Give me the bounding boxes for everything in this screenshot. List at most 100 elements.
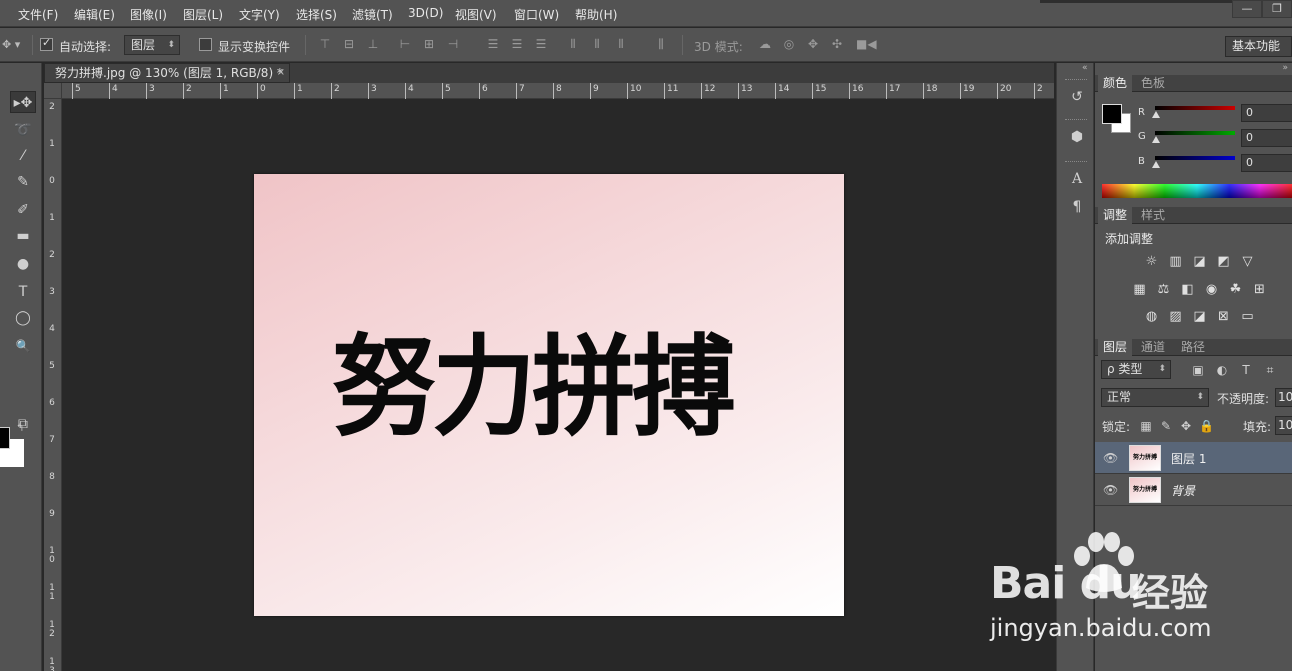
dodge-tool-icon[interactable]: ● — [10, 253, 36, 275]
lock-pixels-icon[interactable]: ✎ — [1159, 419, 1173, 433]
menu-file[interactable]: 文件(F) — [18, 6, 58, 23]
collapse-right-icon[interactable]: » — [1282, 63, 1288, 73]
channel-mixer-icon[interactable]: ☘ — [1227, 282, 1244, 297]
red-slider-thumb[interactable] — [1152, 111, 1160, 118]
align-right-icon[interactable]: ⊣ — [446, 37, 460, 51]
lock-transparent-icon[interactable]: ▦ — [1139, 419, 1153, 433]
collapse-arrows-icon[interactable]: « — [1082, 63, 1088, 73]
distribute-hcenter-icon[interactable]: ⫴ — [590, 37, 604, 51]
horizontal-ruler[interactable]: 5 4 3 2 1 0 1 2 3 4 5 6 7 8 9 10 11 12 13 14 15 16 17 18 19 20 2 — [62, 83, 1054, 99]
distribute-bottom-icon[interactable]: ☰ — [534, 37, 548, 51]
panel-grip[interactable] — [1065, 119, 1087, 121]
distribute-left-icon[interactable]: ⫴ — [566, 37, 580, 51]
brush-tool-icon[interactable]: ✎ — [10, 171, 36, 193]
zoom-tool-icon[interactable]: 🔍 — [10, 335, 36, 357]
filter-type-icon[interactable]: T — [1239, 363, 1253, 377]
photo-filter-icon[interactable]: ◉ — [1203, 282, 1220, 297]
paragraph-panel-icon[interactable]: ¶ — [1067, 197, 1087, 217]
eyedropper-tool-icon[interactable]: ⁄ — [10, 145, 36, 167]
menu-3d[interactable]: 3D(D) — [408, 6, 443, 20]
blue-slider-thumb[interactable] — [1152, 161, 1160, 168]
blend-mode-dropdown[interactable]: 正常 ⬍ — [1101, 388, 1209, 407]
history-panel-icon[interactable]: ↺ — [1067, 87, 1087, 107]
3d-panel-icon[interactable]: ⬢ — [1067, 127, 1087, 147]
align-left-icon[interactable]: ⊢ — [398, 37, 412, 51]
align-vcenter-icon[interactable]: ⊟ — [342, 37, 356, 51]
align-top-icon[interactable]: ⊤ — [318, 37, 332, 51]
curves-icon[interactable]: ◪ — [1191, 254, 1208, 269]
tab-styles[interactable]: 样式 — [1136, 207, 1170, 224]
3d-scale-icon[interactable]: ■◀ — [856, 37, 877, 51]
selective-color-icon[interactable]: ⊠ — [1215, 309, 1232, 324]
levels-icon[interactable]: ▥ — [1167, 254, 1184, 269]
layer-filter-dropdown[interactable]: ρ 类型 ⬍ — [1101, 360, 1171, 379]
screen-mode-icon[interactable]: ⧉ — [10, 413, 36, 435]
headline-text-layer[interactable]: 努力拼搏 — [332, 308, 752, 466]
blue-slider-track[interactable] — [1155, 156, 1235, 160]
type-tool-icon[interactable]: T — [10, 281, 36, 303]
3d-pan-icon[interactable]: ✥ — [806, 37, 820, 51]
auto-align-icon[interactable]: ⫼ — [654, 37, 668, 51]
blue-value-input[interactable]: 0 — [1241, 154, 1292, 172]
tab-channels[interactable]: 通道 — [1136, 339, 1170, 356]
auto-select-dropdown[interactable]: 图层 ⬍ — [124, 35, 180, 55]
color-lookup-icon[interactable]: ⊞ — [1251, 282, 1268, 297]
layer-name[interactable]: 图层 1 — [1171, 450, 1206, 467]
hue-saturation-icon[interactable]: ▦ — [1131, 282, 1148, 297]
menu-view[interactable]: 视图(V) — [455, 6, 497, 23]
tab-swatches[interactable]: 色板 — [1136, 75, 1170, 92]
color-panel-fg-swatch[interactable] — [1102, 104, 1122, 124]
restore-button[interactable]: ❐ — [1262, 0, 1292, 18]
filter-pixel-icon[interactable]: ▣ — [1191, 363, 1205, 377]
menu-filter[interactable]: 滤镜(T) — [352, 6, 393, 23]
exposure-icon[interactable]: ◩ — [1215, 254, 1232, 269]
layer-row[interactable]: 👁 努力拼搏 图层 1 — [1095, 442, 1292, 474]
lock-position-icon[interactable]: ✥ — [1179, 419, 1193, 433]
tab-adjustments[interactable]: 调整 — [1098, 207, 1133, 224]
panel-grip[interactable] — [1065, 161, 1087, 163]
brightness-contrast-icon[interactable]: ☼ — [1143, 254, 1160, 269]
eye-icon[interactable]: 👁 — [1103, 483, 1118, 497]
invert-icon[interactable]: ◍ — [1143, 309, 1160, 324]
gradient-map-icon[interactable]: ▭ — [1239, 309, 1256, 324]
green-slider-thumb[interactable] — [1152, 136, 1160, 143]
green-value-input[interactable]: 0 — [1241, 129, 1292, 147]
menu-type[interactable]: 文字(Y) — [239, 6, 280, 23]
minimize-button[interactable]: — — [1232, 0, 1262, 18]
menu-edit[interactable]: 编辑(E) — [74, 6, 115, 23]
menu-window[interactable]: 窗口(W) — [514, 6, 559, 23]
ellipse-tool-icon[interactable]: ◯ — [10, 307, 36, 329]
workspace-switcher[interactable]: 基本功能 — [1225, 36, 1292, 57]
lock-all-icon[interactable]: 🔒 — [1199, 419, 1214, 433]
green-slider-track[interactable] — [1155, 131, 1235, 135]
tab-color[interactable]: 颜色 — [1098, 75, 1133, 92]
threshold-icon[interactable]: ◪ — [1191, 309, 1208, 324]
align-hcenter-icon[interactable]: ⊞ — [422, 37, 436, 51]
move-preset-icon[interactable]: ✥ ▾ — [2, 38, 20, 51]
layer-row[interactable]: 👁 努力拼搏 背景 — [1095, 474, 1292, 506]
red-slider-track[interactable] — [1155, 106, 1235, 110]
lasso-tool-icon[interactable]: ➰ — [10, 119, 36, 141]
posterize-icon[interactable]: ▨ — [1167, 309, 1184, 324]
move-tool-icon[interactable]: ▸✥ — [10, 91, 36, 113]
distribute-right-icon[interactable]: ⫴ — [614, 37, 628, 51]
close-tab-icon[interactable]: × — [277, 64, 285, 82]
vibrance-icon[interactable]: ▽ — [1239, 254, 1256, 269]
menu-select[interactable]: 选择(S) — [296, 6, 337, 23]
menu-image[interactable]: 图像(I) — [130, 6, 167, 23]
menu-help[interactable]: 帮助(H) — [575, 6, 617, 23]
distribute-vcenter-icon[interactable]: ☰ — [510, 37, 524, 51]
fill-input[interactable]: 100% — [1275, 416, 1292, 435]
align-bottom-icon[interactable]: ⊥ — [366, 37, 380, 51]
gradient-tool-icon[interactable]: ▬ — [10, 225, 36, 247]
panel-grip[interactable] — [1065, 79, 1087, 81]
filter-shape-icon[interactable]: ⌗ — [1263, 363, 1277, 377]
auto-select-checkbox[interactable] — [40, 36, 53, 51]
red-value-input[interactable]: 0 — [1241, 104, 1292, 122]
distribute-top-icon[interactable]: ☰ — [486, 37, 500, 51]
history-brush-tool-icon[interactable]: ✐ — [10, 199, 36, 221]
show-transform-checkbox[interactable] — [199, 38, 212, 51]
black-white-icon[interactable]: ◧ — [1179, 282, 1196, 297]
eye-icon[interactable]: 👁 — [1103, 451, 1118, 465]
color-balance-icon[interactable]: ⚖ — [1155, 282, 1172, 297]
